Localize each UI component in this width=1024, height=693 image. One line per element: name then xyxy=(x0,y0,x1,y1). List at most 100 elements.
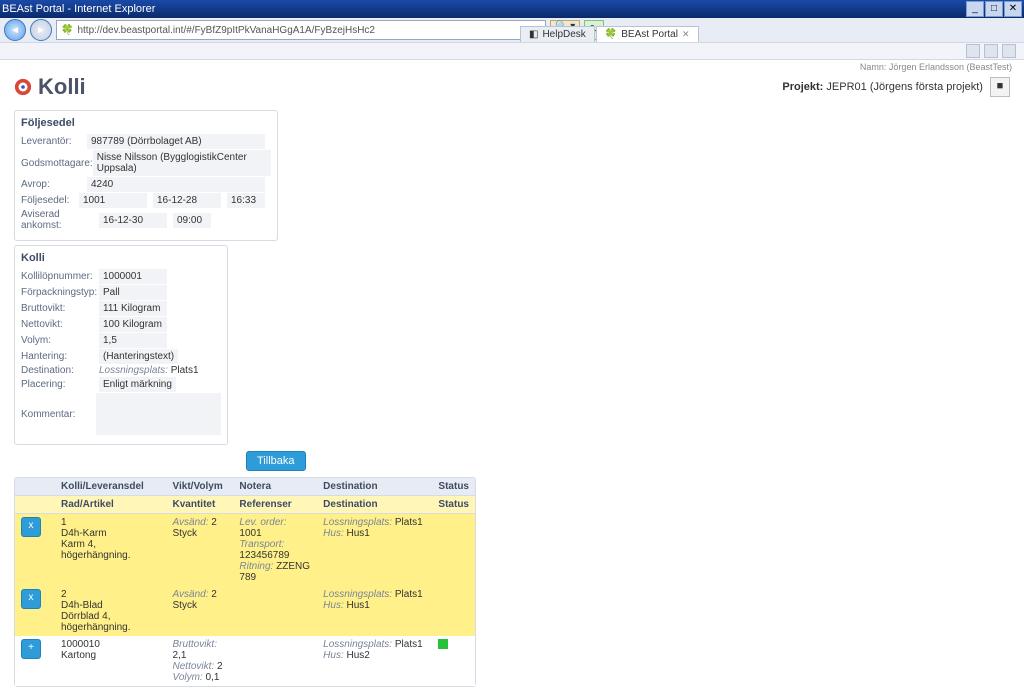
row-id: 1000010 xyxy=(61,639,161,650)
destination-value: Plats1 xyxy=(171,365,199,376)
status-square-icon xyxy=(438,639,448,649)
kolli-card: Kolli Kollilöpnummer:1000001 Förpackning… xyxy=(14,245,228,445)
project-value: JEPR01 (Jörgens första projekt) xyxy=(826,81,983,93)
avrop-label: Avrop: xyxy=(21,179,87,190)
levorder-label: Lev. order: xyxy=(239,517,286,528)
volym-value: 1,5 xyxy=(99,333,167,348)
project-indicator: Projekt: JEPR01 (Jörgens första projekt)… xyxy=(782,77,1010,97)
table-row: x 2 D4h-Blad Dörrblad 4, högerhängning. … xyxy=(15,586,475,636)
project-button[interactable]: ■ xyxy=(990,77,1010,97)
volym-value: 0,1 xyxy=(206,672,220,683)
favorites-icon[interactable] xyxy=(984,44,998,58)
maximize-button[interactable]: □ xyxy=(985,1,1003,17)
row-expand-button[interactable]: + xyxy=(21,639,41,659)
row-artikel: Kartong xyxy=(61,650,161,661)
bruttovikt-value: 2,1 xyxy=(173,650,187,661)
foljesedel-card: Följesedel Leverantör:987789 (Dörrbolage… xyxy=(14,110,278,241)
aviserad-label: Aviserad ankomst: xyxy=(21,209,99,231)
url-text: http://dev.beastportal.int/#/FyBfZ9pItPk… xyxy=(77,25,375,36)
th-vikt: Vikt/Volym xyxy=(167,478,234,496)
th-destination: Destination xyxy=(317,478,432,496)
avsand-label: Avsänd: xyxy=(173,589,209,600)
ritning-label: Ritning: xyxy=(239,561,273,572)
app-icon xyxy=(14,78,32,96)
kollilop-label: Kollilöpnummer: xyxy=(21,271,99,282)
kommentar-box[interactable] xyxy=(96,393,221,435)
th-status2: Status xyxy=(432,496,475,514)
th-blank xyxy=(15,478,55,496)
items-table-wrap: Kolli/Leveransdel Vikt/Volym Notera Dest… xyxy=(14,477,476,687)
kollilop-value: 1000001 xyxy=(99,269,167,284)
row-desc: Karm 4, högerhängning. xyxy=(61,539,161,561)
user-info: Namn: Jörgen Erlandsson (BeastTest) xyxy=(0,60,1024,72)
destination-prefix: Lossningsplats: xyxy=(99,365,168,376)
status-cell xyxy=(432,636,475,686)
netto-value: 100 Kilogram xyxy=(99,317,167,332)
avsand-value: 2 xyxy=(211,517,217,528)
page-header: Kolli Projekt: JEPR01 (Jörgens första pr… xyxy=(0,72,1024,106)
foljesedel-value: 1001 xyxy=(79,193,147,208)
nettovikt-label: Nettovikt: xyxy=(173,661,215,672)
leverantor-value: 987789 (Dörrbolaget AB) xyxy=(87,134,265,149)
row-collapse-button[interactable]: x xyxy=(21,517,41,537)
lossning-label: Lossningsplats: xyxy=(323,517,392,528)
tools-icon[interactable] xyxy=(1002,44,1016,58)
th-notera: Notera xyxy=(233,478,317,496)
tab-icon: ◧ xyxy=(529,29,538,40)
tab-helpdesk[interactable]: ◧ HelpDesk xyxy=(520,26,595,42)
table-row: x 1 D4h-Karm Karm 4, högerhängning. Avsä… xyxy=(15,514,475,587)
lossning-value: Plats1 xyxy=(395,517,423,528)
placering-label: Placering: xyxy=(21,379,99,390)
close-button[interactable]: ✕ xyxy=(1004,1,1022,17)
avrop-value: 4240 xyxy=(87,177,265,192)
foljesedel-title: Följesedel xyxy=(21,115,271,133)
hus-value: Hus2 xyxy=(347,650,370,661)
th-blank xyxy=(15,496,55,514)
th-destination2: Destination xyxy=(317,496,432,514)
brutto-value: 111 Kilogram xyxy=(99,301,167,316)
table-row: + 1000010 Kartong Bruttovikt: 2,1 Nettov… xyxy=(15,636,475,686)
leverantor-label: Leverantör: xyxy=(21,136,87,147)
avsand-label: Avsänd: xyxy=(173,517,209,528)
status-cell xyxy=(432,586,475,636)
unit: Styck xyxy=(173,528,228,539)
hus-label: Hus: xyxy=(323,528,344,539)
netto-label: Nettovikt: xyxy=(21,319,99,330)
tab-close-icon[interactable]: ✕ xyxy=(682,29,690,40)
nettovikt-value: 2 xyxy=(217,661,223,672)
hus-value: Hus1 xyxy=(347,528,370,539)
notera-cell xyxy=(233,586,317,636)
hantering-value: (Hanteringstext) xyxy=(99,349,178,364)
tab-beast-portal[interactable]: 🍀 BEAst Portal ✕ xyxy=(596,26,699,42)
unit: Styck xyxy=(173,600,228,611)
th-referenser: Referenser xyxy=(233,496,317,514)
status-cell xyxy=(432,514,475,587)
lossning-label: Lossningsplats: xyxy=(323,639,392,650)
volym-label: Volym: xyxy=(173,672,203,683)
row-id: 2 xyxy=(61,589,161,600)
th-kolli: Kolli/Leveransdel xyxy=(55,478,167,496)
address-bar[interactable]: 🍀 http://dev.beastportal.int/#/FyBfZ9pIt… xyxy=(56,20,546,40)
row-collapse-button[interactable]: x xyxy=(21,589,41,609)
row-artikel: D4h-Karm xyxy=(61,528,161,539)
row-id: 1 xyxy=(61,517,161,528)
forpack-value: Pall xyxy=(99,285,167,300)
items-table: Kolli/Leveransdel Vikt/Volym Notera Dest… xyxy=(15,478,475,686)
transport-label: Transport: xyxy=(239,539,284,550)
page-icon: 🍀 xyxy=(61,25,73,36)
tillbaka-button[interactable]: Tillbaka xyxy=(246,451,306,471)
forward-nav-button[interactable]: ► xyxy=(30,19,52,41)
godsmottagare-value: Nisse Nilsson (BygglogistikCenter Uppsal… xyxy=(93,150,271,176)
hus-label: Hus: xyxy=(323,650,344,661)
home-icon[interactable] xyxy=(966,44,980,58)
foljesedel-label: Följesedel: xyxy=(21,195,79,206)
hus-value: Hus1 xyxy=(347,600,370,611)
kolli-title: Kolli xyxy=(21,250,221,268)
back-nav-button[interactable]: ◄ xyxy=(4,19,26,41)
volym-label: Volym: xyxy=(21,335,99,346)
aviserad-time: 09:00 xyxy=(173,213,211,228)
table-header-row-2: Rad/Artikel Kvantitet Referenser Destina… xyxy=(15,496,475,514)
transport-value: 123456789 xyxy=(239,550,289,561)
aviserad-date: 16-12-30 xyxy=(99,213,167,228)
minimize-button[interactable]: _ xyxy=(966,1,984,17)
